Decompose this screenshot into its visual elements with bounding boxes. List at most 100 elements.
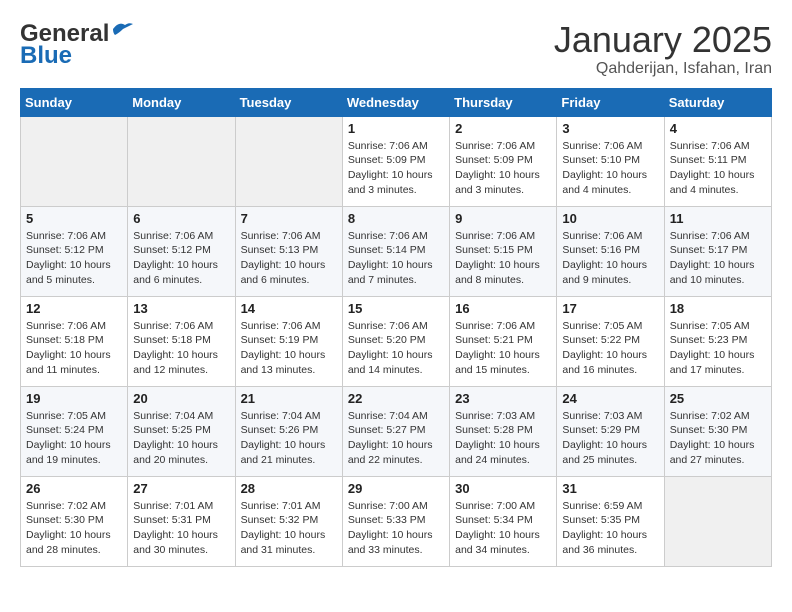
day-info: Sunrise: 7:03 AM Sunset: 5:29 PM Dayligh… [562, 409, 658, 468]
day-number: 10 [562, 211, 658, 226]
week-row-4: 19 Sunrise: 7:05 AM Sunset: 5:24 PM Dayli… [21, 386, 772, 476]
logo-blue: Blue [20, 42, 72, 70]
calendar-table: Sunday Monday Tuesday Wednesday Thursday… [20, 88, 772, 567]
day-number: 19 [26, 391, 122, 406]
day-info: Sunrise: 7:06 AM Sunset: 5:21 PM Dayligh… [455, 319, 551, 378]
day-info: Sunrise: 7:06 AM Sunset: 5:09 PM Dayligh… [348, 139, 444, 198]
day-info: Sunrise: 6:59 AM Sunset: 5:35 PM Dayligh… [562, 499, 658, 558]
location-subtitle: Qahderijan, Isfahan, Iran [554, 60, 772, 78]
table-row [664, 476, 771, 566]
col-thursday: Thursday [450, 88, 557, 116]
day-number: 22 [348, 391, 444, 406]
page-header: General Blue January 2025 Qahderijan, Is… [20, 20, 772, 78]
table-row: 6Sunrise: 7:06 AM Sunset: 5:12 PM Daylig… [128, 206, 235, 296]
table-row: 26 Sunrise: 7:02 AM Sunset: 5:30 PM Dayli… [21, 476, 128, 566]
table-row: 9Sunrise: 7:06 AM Sunset: 5:15 PM Daylig… [450, 206, 557, 296]
day-info: Sunrise: 7:06 AM Sunset: 5:09 PM Dayligh… [455, 139, 551, 198]
table-row: 5 Sunrise: 7:06 AM Sunset: 5:12 PM Daylig… [21, 206, 128, 296]
table-row: 14 Sunrise: 7:06 AM Sunset: 5:19 PM Dayli… [235, 296, 342, 386]
day-number: 23 [455, 391, 551, 406]
table-row: 1 Sunrise: 7:06 AM Sunset: 5:09 PM Daylig… [342, 116, 449, 206]
day-number: 12 [26, 301, 122, 316]
day-info: Sunrise: 7:06 AM Sunset: 5:19 PM Dayligh… [241, 319, 337, 378]
logo-bird-icon [111, 21, 133, 37]
week-row-2: 5 Sunrise: 7:06 AM Sunset: 5:12 PM Daylig… [21, 206, 772, 296]
day-number: 18 [670, 301, 766, 316]
day-info: Sunrise: 7:06 AM Sunset: 5:18 PM Dayligh… [26, 319, 122, 378]
table-row: 17Sunrise: 7:05 AM Sunset: 5:22 PM Dayli… [557, 296, 664, 386]
day-info: Sunrise: 7:02 AM Sunset: 5:30 PM Dayligh… [26, 499, 122, 558]
table-row: 18 Sunrise: 7:05 AM Sunset: 5:23 PM Dayli… [664, 296, 771, 386]
day-info: Sunrise: 7:06 AM Sunset: 5:14 PM Dayligh… [348, 229, 444, 288]
day-number: 25 [670, 391, 766, 406]
table-row: 4 Sunrise: 7:06 AM Sunset: 5:11 PM Daylig… [664, 116, 771, 206]
day-info: Sunrise: 7:06 AM Sunset: 5:17 PM Dayligh… [670, 229, 766, 288]
table-row: 22 Sunrise: 7:04 AM Sunset: 5:27 PM Dayli… [342, 386, 449, 476]
table-row: 15 Sunrise: 7:06 AM Sunset: 5:20 PM Dayli… [342, 296, 449, 386]
table-row: 31Sunrise: 6:59 AM Sunset: 5:35 PM Dayli… [557, 476, 664, 566]
table-row: 21Sunrise: 7:04 AM Sunset: 5:26 PM Dayli… [235, 386, 342, 476]
title-block: January 2025 Qahderijan, Isfahan, Iran [554, 20, 772, 78]
day-info: Sunrise: 7:06 AM Sunset: 5:11 PM Dayligh… [670, 139, 766, 198]
table-row: 28Sunrise: 7:01 AM Sunset: 5:32 PM Dayli… [235, 476, 342, 566]
table-row: 11Sunrise: 7:06 AM Sunset: 5:17 PM Dayli… [664, 206, 771, 296]
day-number: 30 [455, 481, 551, 496]
day-info: Sunrise: 7:06 AM Sunset: 5:12 PM Dayligh… [26, 229, 122, 288]
day-number: 15 [348, 301, 444, 316]
day-info: Sunrise: 7:03 AM Sunset: 5:28 PM Dayligh… [455, 409, 551, 468]
day-info: Sunrise: 7:06 AM Sunset: 5:13 PM Dayligh… [241, 229, 337, 288]
table-row: 23 Sunrise: 7:03 AM Sunset: 5:28 PM Dayli… [450, 386, 557, 476]
table-row: 8 Sunrise: 7:06 AM Sunset: 5:14 PM Daylig… [342, 206, 449, 296]
day-number: 24 [562, 391, 658, 406]
day-info: Sunrise: 7:02 AM Sunset: 5:30 PM Dayligh… [670, 409, 766, 468]
table-row [128, 116, 235, 206]
day-number: 4 [670, 121, 766, 136]
day-info: Sunrise: 7:00 AM Sunset: 5:33 PM Dayligh… [348, 499, 444, 558]
day-number: 14 [241, 301, 337, 316]
col-sunday: Sunday [21, 88, 128, 116]
day-number: 26 [26, 481, 122, 496]
table-row: 25 Sunrise: 7:02 AM Sunset: 5:30 PM Dayli… [664, 386, 771, 476]
day-info: Sunrise: 7:06 AM Sunset: 5:16 PM Dayligh… [562, 229, 658, 288]
day-info: Sunrise: 7:06 AM Sunset: 5:20 PM Dayligh… [348, 319, 444, 378]
weekday-header-row: Sunday Monday Tuesday Wednesday Thursday… [21, 88, 772, 116]
table-row: 30 Sunrise: 7:00 AM Sunset: 5:34 PM Dayli… [450, 476, 557, 566]
table-row: 2 Sunrise: 7:06 AM Sunset: 5:09 PM Daylig… [450, 116, 557, 206]
day-number: 2 [455, 121, 551, 136]
table-row: 10 Sunrise: 7:06 AM Sunset: 5:16 PM Dayli… [557, 206, 664, 296]
table-row: 27Sunrise: 7:01 AM Sunset: 5:31 PM Dayli… [128, 476, 235, 566]
day-number: 5 [26, 211, 122, 226]
week-row-1: 1 Sunrise: 7:06 AM Sunset: 5:09 PM Daylig… [21, 116, 772, 206]
day-info: Sunrise: 7:06 AM Sunset: 5:18 PM Dayligh… [133, 319, 229, 378]
day-info: Sunrise: 7:05 AM Sunset: 5:24 PM Dayligh… [26, 409, 122, 468]
col-friday: Friday [557, 88, 664, 116]
day-info: Sunrise: 7:00 AM Sunset: 5:34 PM Dayligh… [455, 499, 551, 558]
table-row: 7 Sunrise: 7:06 AM Sunset: 5:13 PM Daylig… [235, 206, 342, 296]
day-number: 29 [348, 481, 444, 496]
table-row: 13Sunrise: 7:06 AM Sunset: 5:18 PM Dayli… [128, 296, 235, 386]
day-number: 7 [241, 211, 337, 226]
day-info: Sunrise: 7:05 AM Sunset: 5:23 PM Dayligh… [670, 319, 766, 378]
day-number: 6 [133, 211, 229, 226]
day-info: Sunrise: 7:01 AM Sunset: 5:32 PM Dayligh… [241, 499, 337, 558]
table-row: 3Sunrise: 7:06 AM Sunset: 5:10 PM Daylig… [557, 116, 664, 206]
col-saturday: Saturday [664, 88, 771, 116]
col-monday: Monday [128, 88, 235, 116]
col-wednesday: Wednesday [342, 88, 449, 116]
week-row-5: 26 Sunrise: 7:02 AM Sunset: 5:30 PM Dayli… [21, 476, 772, 566]
table-row: 19 Sunrise: 7:05 AM Sunset: 5:24 PM Dayli… [21, 386, 128, 476]
day-info: Sunrise: 7:04 AM Sunset: 5:26 PM Dayligh… [241, 409, 337, 468]
logo: General Blue [20, 20, 133, 70]
day-number: 8 [348, 211, 444, 226]
day-number: 3 [562, 121, 658, 136]
month-year-title: January 2025 [554, 20, 772, 60]
day-info: Sunrise: 7:01 AM Sunset: 5:31 PM Dayligh… [133, 499, 229, 558]
table-row: 24 Sunrise: 7:03 AM Sunset: 5:29 PM Dayli… [557, 386, 664, 476]
day-info: Sunrise: 7:04 AM Sunset: 5:27 PM Dayligh… [348, 409, 444, 468]
table-row [235, 116, 342, 206]
day-number: 1 [348, 121, 444, 136]
col-tuesday: Tuesday [235, 88, 342, 116]
week-row-3: 12 Sunrise: 7:06 AM Sunset: 5:18 PM Dayli… [21, 296, 772, 386]
table-row: 16Sunrise: 7:06 AM Sunset: 5:21 PM Dayli… [450, 296, 557, 386]
table-row [21, 116, 128, 206]
